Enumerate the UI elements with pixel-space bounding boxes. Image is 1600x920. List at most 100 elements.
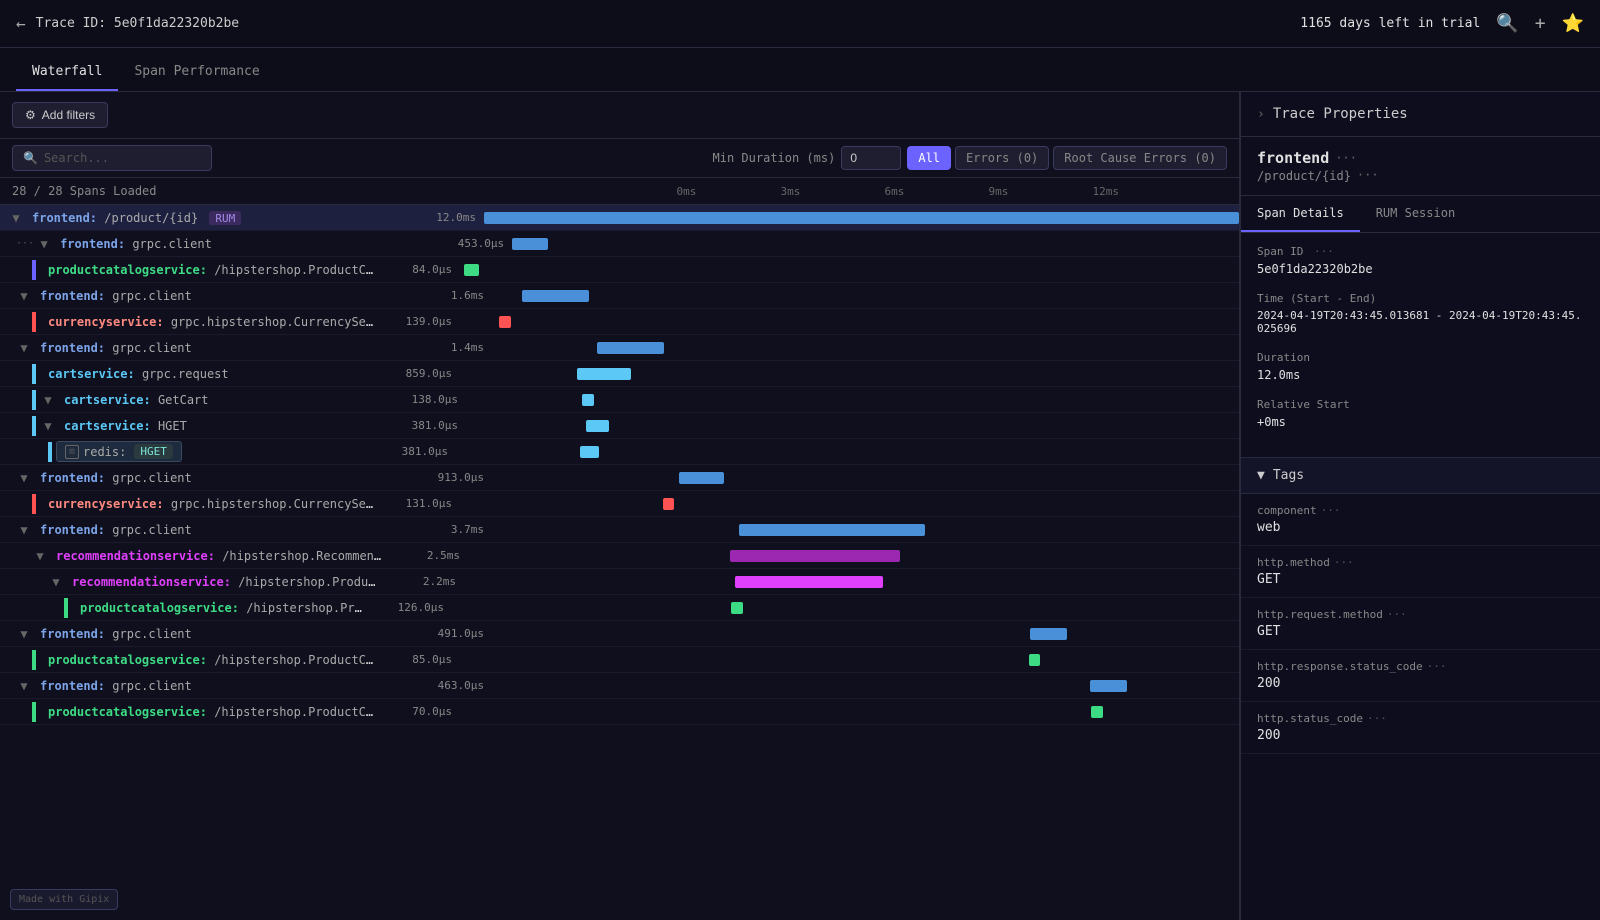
back-button[interactable]: ←	[16, 14, 26, 33]
expand-btn[interactable]: ▼	[16, 678, 32, 694]
span-label: frontend: grpc.client	[32, 341, 412, 355]
search-input[interactable]: 🔍 Search...	[12, 145, 212, 171]
span-row-s19[interactable]: productcatalogservice: /hipstershop.Prod…	[0, 699, 1239, 725]
span-row-s6[interactable]: cartservice: grpc.request 859.0µs	[0, 361, 1239, 387]
span-timeline	[464, 572, 1239, 592]
tab-rum-session[interactable]: RUM Session	[1360, 196, 1471, 232]
min-duration-group: Min Duration (ms) All Errors (0) Root Ca…	[713, 146, 1227, 170]
time-value: 2024-04-19T20:43:45.013681 - 2024-04-19T…	[1257, 309, 1584, 335]
span-bar	[1029, 654, 1041, 666]
search-icon[interactable]: 🔍	[1496, 13, 1518, 34]
span-row-s11[interactable]: currencyservice: grpc.hipstershop.Curren…	[0, 491, 1239, 517]
span-indent: ▼	[0, 390, 56, 410]
span-duration: 1.4ms	[412, 341, 492, 354]
expand-btn[interactable]: ▼	[40, 392, 56, 408]
span-row-root[interactable]: ▼ frontend: /product/{id} RUM 12.0ms	[0, 205, 1239, 231]
expand-btn[interactable]: ▼	[16, 340, 32, 356]
spans-container: ▼ frontend: /product/{id} RUM 12.0ms ···…	[0, 205, 1239, 725]
time-label: Time (Start - End)	[1257, 292, 1584, 305]
span-timeline	[460, 364, 1239, 384]
span-bar	[1030, 628, 1067, 640]
span-label: cartservice: GetCart	[56, 393, 386, 407]
span-label: currencyservice: grpc.hipstershop.Curren…	[40, 315, 380, 329]
span-row-s2[interactable]: productcatalogservice: /hipstershop.Prod…	[0, 257, 1239, 283]
span-row-s8[interactable]: ▼ cartservice: HGET 381.0µs	[0, 413, 1239, 439]
expand-btn[interactable]: ▼	[32, 548, 48, 564]
indent-bar	[32, 364, 36, 384]
span-row-s1[interactable]: ··· ▼ frontend: grpc.client 453.0µs	[0, 231, 1239, 257]
redis-span: ⊡ redis: HGET	[56, 441, 182, 462]
span-row-s5[interactable]: ▼ frontend: grpc.client 1.4ms	[0, 335, 1239, 361]
span-id-row: Span ID ··· 5e0f1da22320b2be	[1257, 245, 1584, 276]
timeline-6ms: 6ms	[885, 185, 989, 198]
expand-icon[interactable]: ›	[1257, 107, 1265, 122]
toolbar: ⚙ Add filters	[0, 92, 1239, 139]
span-bar	[522, 290, 589, 302]
expand-btn[interactable]: ▼	[36, 236, 52, 252]
span-row-s17[interactable]: productcatalogservice: /hipstershop.Prod…	[0, 647, 1239, 673]
span-bar	[586, 420, 609, 432]
expand-btn[interactable]: ▼	[40, 418, 56, 434]
span-row-s15[interactable]: productcatalogservice: /hipstershop.Prod…	[0, 595, 1239, 621]
tag-value-http-request-method: GET	[1257, 624, 1584, 639]
tab-waterfall[interactable]: Waterfall	[16, 54, 118, 91]
service-path-dots[interactable]: ···	[1357, 168, 1379, 182]
timeline-3ms: 3ms	[781, 185, 885, 198]
expand-btn[interactable]: ▼	[16, 288, 32, 304]
span-bar	[730, 550, 900, 562]
span-row-s12[interactable]: ▼ frontend: grpc.client 3.7ms	[0, 517, 1239, 543]
span-row-s9[interactable]: ⊡ redis: HGET 381.0µs	[0, 439, 1239, 465]
span-duration: 138.0µs	[386, 393, 466, 406]
span-indent	[0, 650, 40, 670]
filter-errors[interactable]: Errors (0)	[955, 146, 1049, 170]
tag-key: component ···	[1257, 504, 1584, 517]
span-row-s16[interactable]: ▼ frontend: grpc.client 491.0µs	[0, 621, 1239, 647]
expand-btn[interactable]: ▼	[16, 626, 32, 642]
span-bar	[484, 212, 1239, 224]
span-label: frontend: grpc.client	[32, 523, 412, 537]
tag-row-http-request-method: http.request.method ··· GET	[1241, 598, 1600, 650]
span-timeline	[460, 702, 1239, 722]
tab-span-performance[interactable]: Span Performance	[118, 54, 275, 91]
span-row-s10[interactable]: ▼ frontend: grpc.client 913.0µs	[0, 465, 1239, 491]
span-indent: ▼	[0, 340, 32, 356]
span-duration: 381.0µs	[376, 445, 456, 458]
span-row-s14[interactable]: ▼ recommendationservice: /hipstershop.Pr…	[0, 569, 1239, 595]
tab-span-details[interactable]: Span Details	[1241, 196, 1360, 232]
filter-icon: ⚙	[25, 108, 36, 122]
min-duration-input[interactable]	[841, 146, 901, 170]
span-bar	[499, 316, 511, 328]
span-bar	[597, 342, 664, 354]
span-indent: ▼	[0, 470, 32, 486]
filter-root-cause[interactable]: Root Cause Errors (0)	[1053, 146, 1227, 170]
expand-btn[interactable]: ▼	[16, 522, 32, 538]
span-indent	[0, 702, 40, 722]
bookmark-icon[interactable]: ⭐	[1562, 13, 1584, 34]
span-row-s7[interactable]: ▼ cartservice: GetCart 138.0µs	[0, 387, 1239, 413]
expand-btn[interactable]: ▼	[16, 470, 32, 486]
trial-badge: 1165 days left in trial	[1300, 16, 1480, 31]
service-dots[interactable]: ···	[1335, 151, 1357, 165]
tags-section: ▼ Tags component ··· web http.method ···…	[1241, 457, 1600, 754]
span-duration: 913.0µs	[412, 471, 492, 484]
trace-id-title: Trace ID: 5e0f1da22320b2be	[36, 16, 240, 31]
span-duration: 381.0µs	[386, 419, 466, 432]
expand-btn[interactable]: ▼	[48, 574, 64, 590]
span-row-s4[interactable]: currencyservice: grpc.hipstershop.Curren…	[0, 309, 1239, 335]
filter-all[interactable]: All	[907, 146, 951, 170]
span-row-s18[interactable]: ▼ frontend: grpc.client 463.0µs	[0, 673, 1239, 699]
tags-header[interactable]: ▼ Tags	[1241, 457, 1600, 494]
tag-value-status-code: 200	[1257, 676, 1584, 691]
span-bar	[580, 446, 600, 458]
span-indent	[0, 494, 40, 514]
add-filters-button[interactable]: ⚙ Add filters	[12, 102, 108, 128]
span-bar	[663, 498, 675, 510]
span-row-s3[interactable]: ▼ frontend: grpc.client 1.6ms	[0, 283, 1239, 309]
span-duration: 12.0ms	[404, 211, 484, 224]
relative-start-row: Relative Start +0ms	[1257, 398, 1584, 429]
span-label: productcatalogservice: /hipstershop.Prod…	[40, 705, 380, 719]
expand-btn[interactable]: ▼	[8, 210, 24, 226]
span-indent	[0, 312, 40, 332]
span-row-s13[interactable]: ▼ recommendationservice: /hipstershop.Re…	[0, 543, 1239, 569]
add-icon[interactable]: +	[1535, 13, 1546, 34]
